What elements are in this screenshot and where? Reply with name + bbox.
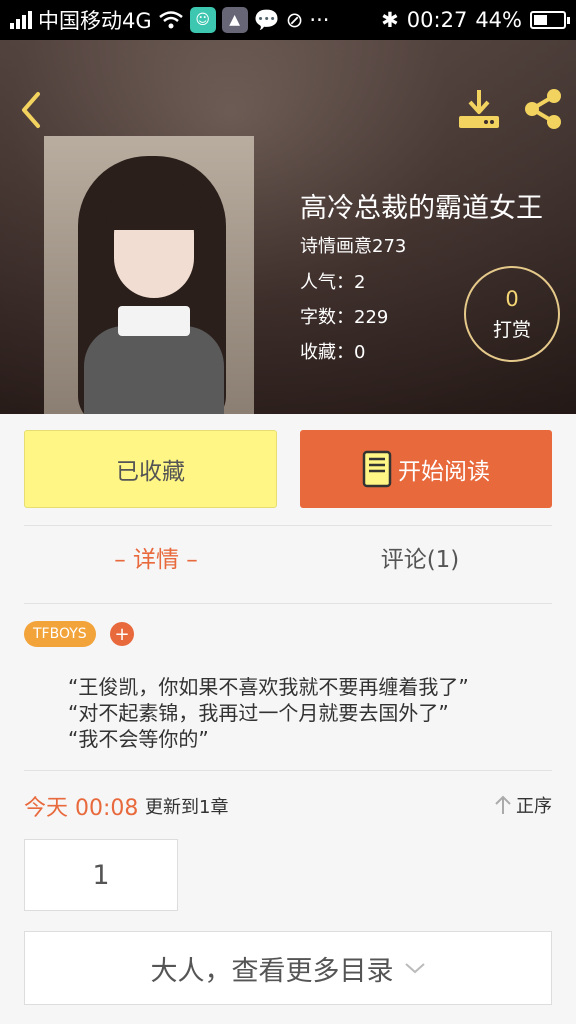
favorited-button[interactable]: 已收藏 [24,430,277,508]
view-more-chapters-button[interactable]: 大人，查看更多目录 [24,931,552,1005]
start-reading-button[interactable]: 开始阅读 [300,430,552,508]
carrier-label: 中国移动4G [38,9,152,33]
reward-count: 0 [505,286,519,311]
favorited-label: 已收藏 [116,459,185,485]
wifi-icon [158,11,183,29]
chapter-item[interactable]: 1 [24,839,178,911]
update-text: 更新到1章 [145,797,229,818]
add-tag-button[interactable]: + [110,622,134,646]
gallery-icon: ▲ [221,7,248,33]
clock: 00:27 [406,8,468,32]
book-author[interactable]: 诗情画意273 [300,232,406,258]
word-count-stat: 字数：229 [300,307,389,328]
more-dots-icon: ··· [309,8,330,32]
status-bar: 中国移动4G ☺ ▲ 💬 ⊘ ··· ✱ 00:27 44% [0,0,576,40]
divider [24,525,552,526]
arrow-up-icon [495,795,511,814]
divider [24,770,552,771]
book-intro: “王俊凯，你如果不喜欢我就不要再缠着我了” “对不起素锦，我再过一个月就要去国外… [68,674,469,752]
book-title: 高冷总裁的霸道女王 [300,193,543,224]
view-more-label: 大人，查看更多目录 [150,955,394,987]
reward-button[interactable]: 0 打赏 [464,266,560,362]
tab-comments[interactable]: 评论(1) [288,540,552,574]
battery-percent: 44% [475,8,522,32]
sort-order-button[interactable]: 正序 [494,792,552,818]
bluetooth-icon: ✱ [381,8,399,32]
intro-line: “王俊凯，你如果不喜欢我就不要再缠着我了” [68,675,469,699]
chevron-left-icon[interactable] [16,90,46,130]
update-time: 今天 00:08 [24,796,139,821]
tag-tfboys[interactable]: TFBOYS [24,621,96,647]
eye-icon: ⊘ [285,8,304,32]
favorites-stat: 收藏：0 [300,342,366,363]
intro-line: “对不起素锦，我再过一个月就要去国外了” [68,701,449,725]
book-header: 高冷总裁的霸道女王 诗情画意273 人气：2 字数：229 收藏：0 0 打赏 [0,40,576,414]
start-reading-label: 开始阅读 [398,459,490,485]
signal-icon [10,11,32,29]
chevron-down-icon [404,963,425,974]
popularity-stat: 人气：2 [300,272,366,293]
chat-icon: 💬 [253,7,280,32]
share-icon[interactable] [520,86,566,132]
book-icon [362,450,392,488]
intro-line: “我不会等你的” [68,727,209,751]
chapter-number: 1 [92,859,110,891]
download-icon[interactable] [456,88,502,130]
battery-icon [530,11,570,29]
tab-detail[interactable]: – 详情 – [24,540,288,574]
book-cover-image[interactable] [44,136,254,414]
divider [24,603,552,604]
reward-label: 打赏 [492,318,531,341]
app-icon: ☺ [189,7,216,33]
sort-order-label: 正序 [516,796,552,817]
